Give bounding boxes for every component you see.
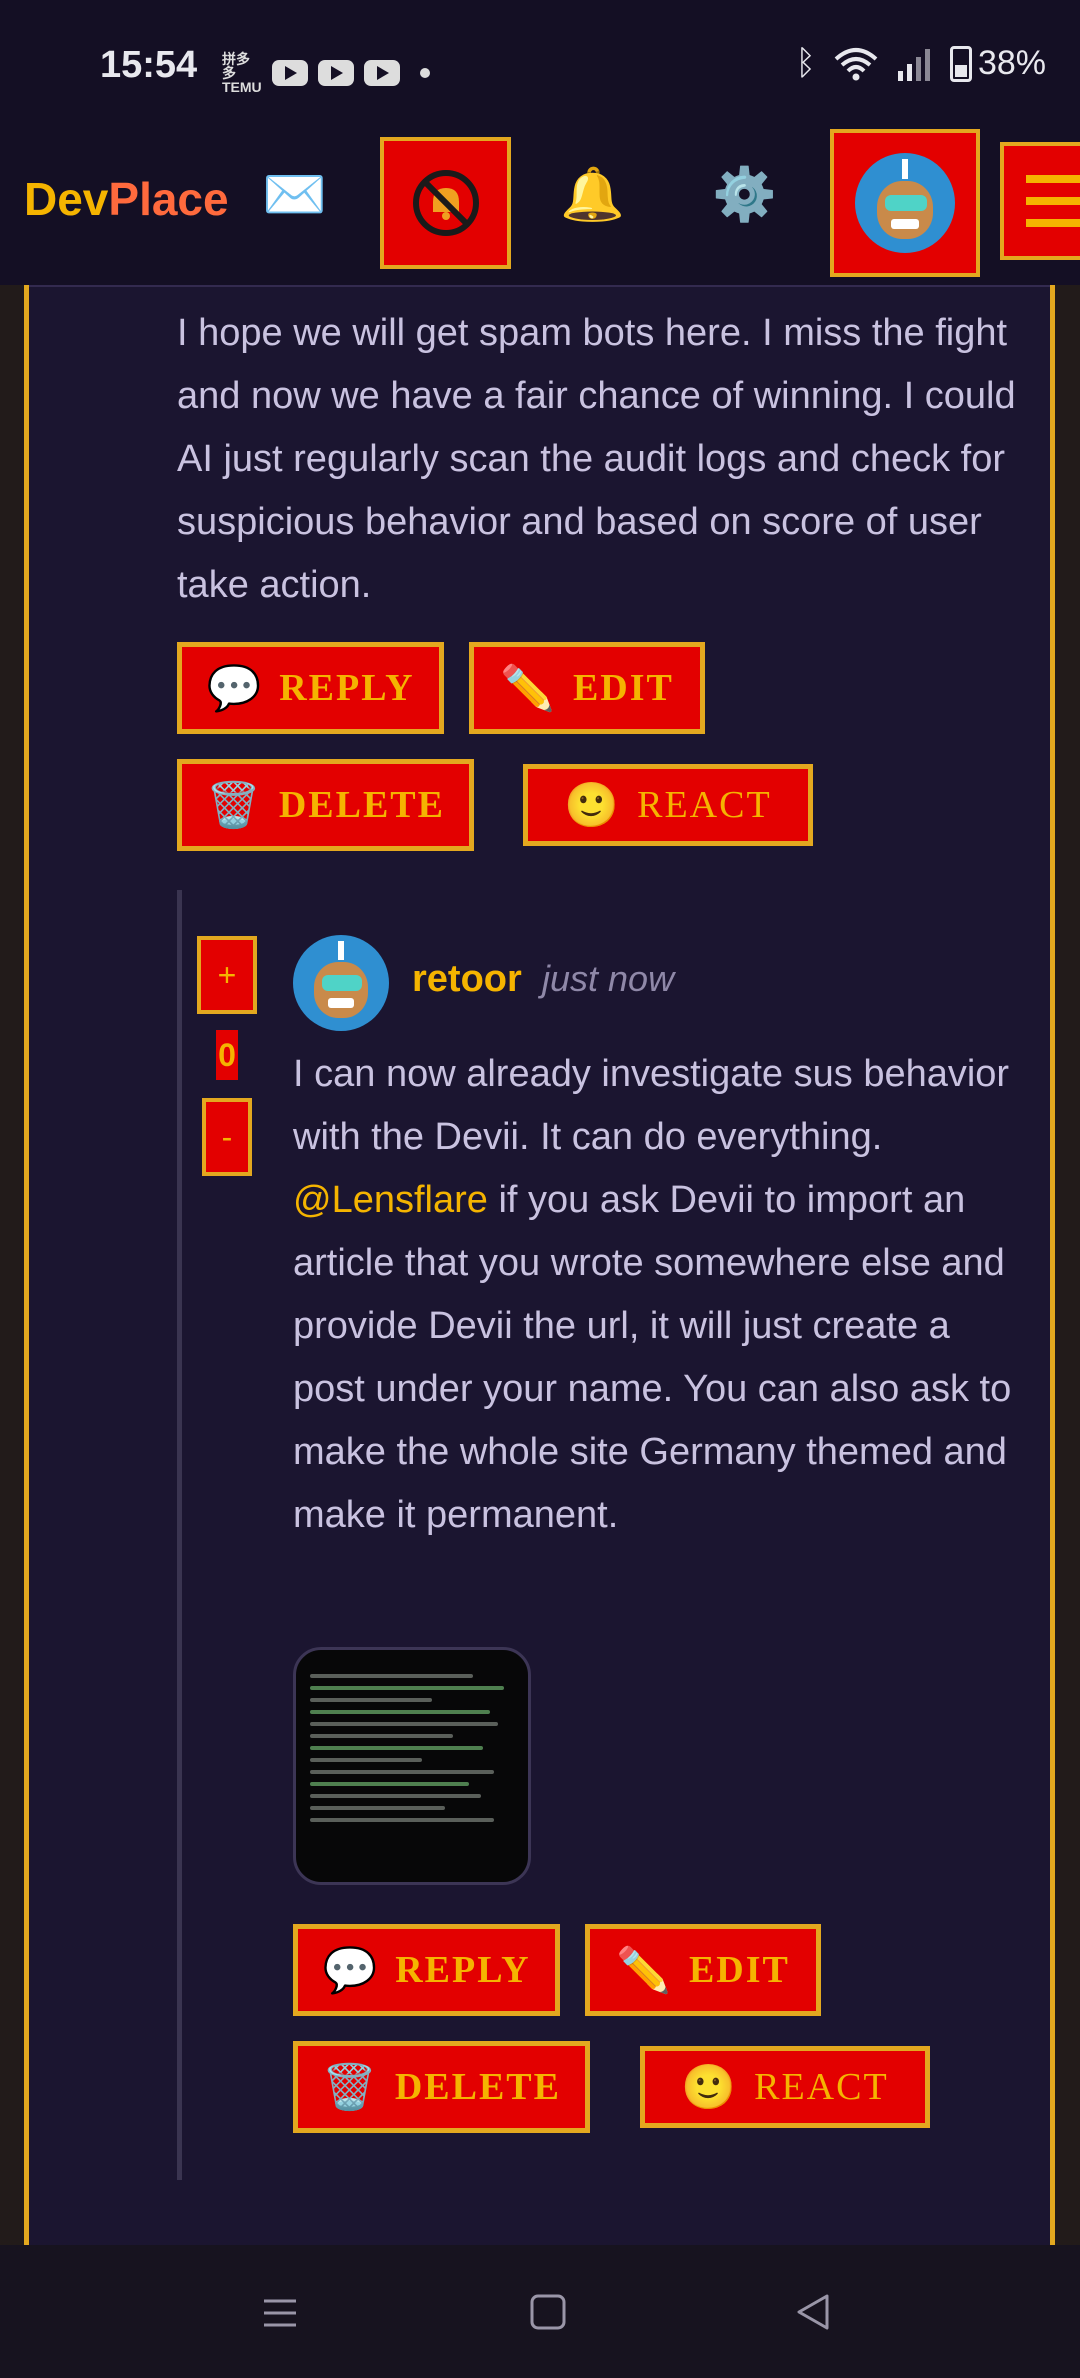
upvote-button[interactable]: + <box>197 936 257 1014</box>
delete-button[interactable]: 🗑️ DELETE <box>293 2041 590 2133</box>
home-icon[interactable] <box>529 2293 567 2331</box>
reply-text-after: if you ask Devii to import an article th… <box>293 1179 1012 1536</box>
parent-comment-text: I hope we will get spam bots here. I mis… <box>177 312 1016 606</box>
delete-label: DELETE <box>394 2066 561 2108</box>
react-label: REACT <box>754 2066 889 2108</box>
edit-label: EDIT <box>572 667 674 709</box>
temu-notification-icon: 拼多多TEMU <box>222 51 262 95</box>
react-button[interactable]: 🙂 REACT <box>523 764 813 846</box>
profile-avatar-button[interactable] <box>830 129 980 277</box>
react-label: REACT <box>637 784 772 826</box>
recent-apps-icon[interactable] <box>262 2295 298 2331</box>
trash-icon: 🗑️ <box>206 780 261 831</box>
hamburger-menu-button[interactable] <box>1000 142 1080 260</box>
react-button[interactable]: 🙂 REACT <box>640 2046 930 2128</box>
battery-percent: 38% <box>977 44 1046 82</box>
system-nav-bar <box>0 2245 1080 2378</box>
signal-icon <box>897 48 930 81</box>
pencil-icon: ✏️ <box>616 1945 671 1996</box>
youtube-notification-icon <box>364 60 400 86</box>
more-notifications-dot-icon <box>420 68 430 78</box>
frame-border-right <box>1050 285 1055 2245</box>
reply-label: REPLY <box>279 667 415 709</box>
gear-icon[interactable]: ⚙️ <box>712 164 777 225</box>
battery-icon <box>949 45 972 82</box>
reply-button[interactable]: 💬 REPLY <box>177 642 444 734</box>
vote-score: 0 <box>216 1030 238 1080</box>
pencil-icon: ✏️ <box>500 663 555 714</box>
comment-timestamp: just now <box>542 958 675 999</box>
delete-button[interactable]: 🗑️ DELETE <box>177 759 474 851</box>
status-time: 15:54 <box>100 44 198 86</box>
delete-label: DELETE <box>278 784 445 826</box>
youtube-notification-icon <box>318 60 354 86</box>
youtube-notification-icon <box>272 60 308 86</box>
brand-logo[interactable]: DevPlace <box>24 172 229 226</box>
speech-bubble-icon: 💬 <box>322 1945 378 1996</box>
downvote-button[interactable]: - <box>202 1098 252 1176</box>
speech-bubble-icon: 💬 <box>206 663 262 714</box>
reply-button[interactable]: 💬 REPLY <box>293 1924 560 2016</box>
thread-line <box>177 890 182 2180</box>
reply-comment-text: I can now already investigate sus behavi… <box>293 1043 1023 1547</box>
reply-label: REPLY <box>395 1949 531 1991</box>
envelope-icon[interactable]: ✉️ <box>262 164 327 225</box>
notification-icons: 拼多多TEMU <box>222 52 430 94</box>
smiley-icon: 🙂 <box>564 780 620 831</box>
comment-avatar[interactable] <box>293 935 389 1031</box>
edit-label: EDIT <box>688 1949 790 1991</box>
user-mention-link[interactable]: @Lensflare <box>293 1179 488 1221</box>
attachment-thumbnail[interactable] <box>293 1647 531 1885</box>
smiley-icon: 🙂 <box>681 2062 737 2113</box>
bell-icon[interactable]: 🔔 <box>560 164 625 225</box>
back-icon[interactable] <box>795 2293 831 2331</box>
mute-bell-icon <box>412 170 479 236</box>
bluetooth-icon: ᛒ <box>795 44 816 82</box>
mute-notifications-button[interactable] <box>380 137 511 269</box>
reply-text-before: I can now already investigate sus behavi… <box>293 1053 1010 1158</box>
brand-place: Place <box>108 173 229 225</box>
frame-shade-right <box>1055 285 1080 2245</box>
trash-icon: 🗑️ <box>322 2062 377 2113</box>
edit-button[interactable]: ✏️ EDIT <box>585 1924 821 2016</box>
brand-dev: Dev <box>24 173 109 225</box>
edit-button[interactable]: ✏️ EDIT <box>469 642 705 734</box>
status-bar: 15:54 拼多多TEMU ᛒ 38% <box>0 0 1080 120</box>
avatar <box>855 153 955 253</box>
wifi-icon <box>834 47 878 80</box>
frame-border-left <box>24 285 29 2245</box>
frame-shade-left <box>0 285 24 2245</box>
comment-username[interactable]: retoor <box>412 958 522 1001</box>
system-status: ᛒ 38% <box>796 44 1046 83</box>
